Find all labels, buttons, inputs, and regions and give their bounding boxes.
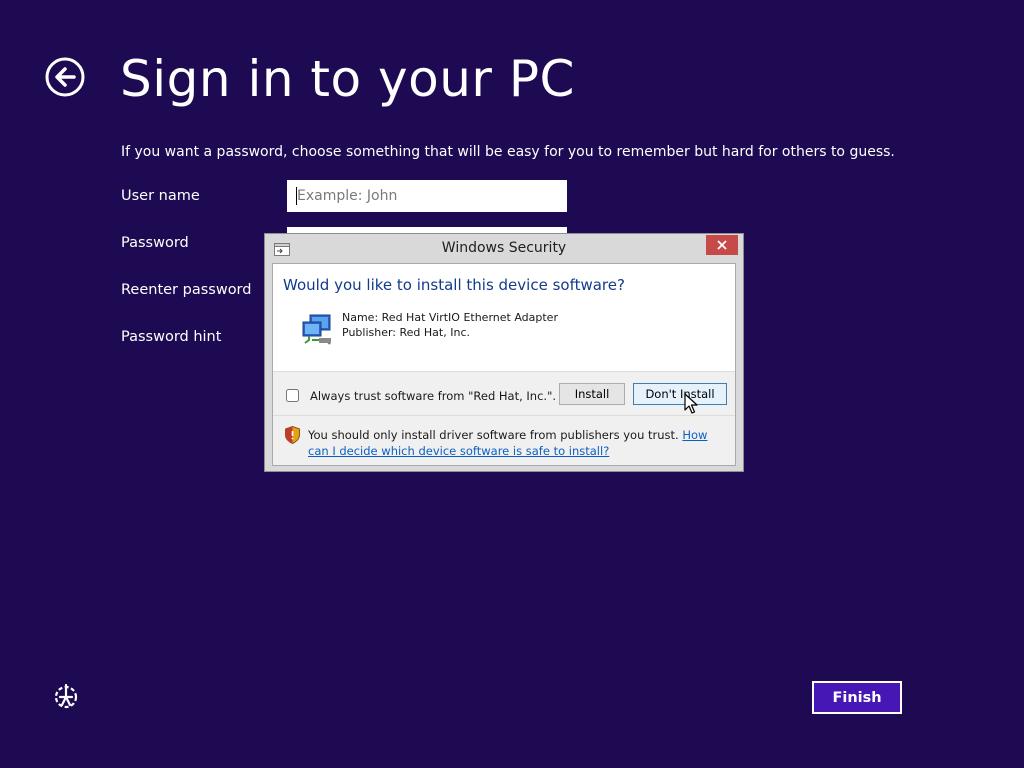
dialog-title: Windows Security — [441, 240, 567, 256]
password-label: Password — [121, 235, 189, 251]
windows-security-dialog: Windows Security Would you like to insta… — [264, 233, 744, 472]
finish-button[interactable]: Finish — [812, 681, 902, 714]
ease-of-access-icon — [54, 683, 78, 709]
page-title: Sign in to your PC — [120, 50, 575, 108]
network-adapter-icon — [302, 314, 331, 345]
dialog-close-button[interactable] — [706, 235, 738, 255]
dialog-question: Would you like to install this device so… — [283, 276, 625, 294]
reenter-password-label: Reenter password — [121, 282, 252, 298]
footer-divider — [273, 415, 735, 416]
dialog-titlebar[interactable]: Windows Security — [265, 234, 743, 262]
always-trust-label[interactable]: Always trust software from "Red Hat, Inc… — [310, 389, 556, 403]
back-button[interactable] — [45, 57, 85, 97]
dont-install-button[interactable]: Don't Install — [633, 383, 727, 405]
install-button[interactable]: Install — [559, 383, 625, 405]
intro-text: If you want a password, choose something… — [121, 144, 895, 160]
back-arrow-icon — [45, 57, 85, 97]
username-label: User name — [121, 188, 200, 204]
shield-warning-icon — [285, 426, 300, 444]
always-trust-checkbox[interactable] — [286, 389, 299, 402]
device-publisher: Publisher: Red Hat, Inc. — [342, 326, 470, 339]
warning-text: You should only install driver software … — [308, 428, 679, 442]
dialog-warning: You should only install driver software … — [308, 427, 718, 459]
ease-of-access-button[interactable] — [52, 683, 80, 711]
dialog-body: Would you like to install this device so… — [272, 263, 736, 466]
mouse-cursor-icon — [684, 393, 698, 414]
username-input[interactable] — [287, 180, 567, 212]
password-hint-label: Password hint — [121, 329, 222, 345]
dialog-footer: Always trust software from "Red Hat, Inc… — [273, 371, 735, 465]
device-name: Name: Red Hat VirtIO Ethernet Adapter — [342, 311, 558, 324]
close-icon — [717, 240, 727, 250]
text-caret — [296, 187, 297, 205]
